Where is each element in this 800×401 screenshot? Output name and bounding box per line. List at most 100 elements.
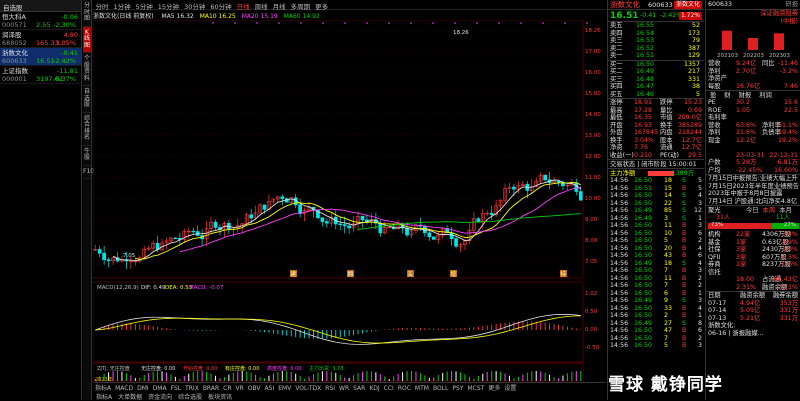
margin-short: 353万 [779,299,798,307]
orderbook-row[interactable]: 买五 16.46 5 [608,91,704,99]
orderbook-row[interactable]: 卖一 16.51 129 [608,52,704,60]
indicator-tab[interactable]: 更多 [486,383,502,392]
indicator-tab[interactable]: ROC [396,385,413,392]
indicator-tab[interactable]: BOLL [431,385,450,392]
candle-body [280,196,285,200]
orderbook-row[interactable]: 卖三 16.53 79 [608,37,704,45]
indicator-tab[interactable]: BRAR [201,385,221,392]
fin-value-2: 15.6 [783,99,798,106]
stat-label-2: 流通 [660,144,673,151]
fin-value: 5.28万 [736,159,757,166]
watchlist-row-2: 688052 165.33 3.05% [2,39,79,47]
tick-side: B [682,342,687,349]
signal-dot [498,22,500,24]
vnav-item[interactable]: 自选股 [83,86,91,113]
news-item[interactable]: 7月15日中报预告:业绩大幅上升 [706,175,800,183]
tick-row: 14:56 16.50 11 B 3 [608,222,704,230]
macd-axis-label: 0.00 [585,327,598,333]
orderbook-row[interactable]: 买一 16.50 1357 [608,61,704,69]
price-axis-label: 11.00 [585,175,601,181]
tick-row: 14:56 16.50 7 B 3 [608,267,704,275]
indicator-tab[interactable]: DMI [135,385,151,392]
indicator-tab[interactable]: CR [221,385,233,392]
stat-value: 16.93 [634,121,653,129]
indicator-tab[interactable]: 指标A [93,383,113,392]
orderbook-row[interactable]: 买二 16.49 217 [608,68,704,76]
fin-row: 户数 5.28万 6.81万 [706,159,800,167]
indicator-tab[interactable]: MCST [465,385,486,392]
indicator-tab[interactable]: OBV [246,385,263,392]
tick-count: 6 [697,327,702,334]
fin-row: 净资产 [706,75,800,83]
tick-count: 3 [697,199,702,207]
tick-volume: 43 [664,252,673,259]
news-item[interactable]: 7月15日2023年半年度业绩预告 [706,183,800,191]
indicator-tab[interactable]: 设置 [502,383,518,392]
chart-stock-name: 浙数文化(日线 前复权) [93,13,154,20]
tick-count: 4 [697,259,702,267]
vnav-item[interactable]: 牛股 [83,146,91,166]
tick-list[interactable]: 14:56 16.50 18 S 5 14:56 16.51 15 B 5 14:56 16.50 14… [608,177,704,350]
indicator-tab[interactable]: VOL-TDX [293,385,323,392]
candle-body [320,217,325,222]
indicator-tab[interactable]: PSY [450,385,465,392]
indicator-tab[interactable]: EMV [276,385,293,392]
tick-side: B [682,274,687,282]
fin-value-2: -3.2% [779,67,798,75]
indicator-tab[interactable]: VR [234,385,246,392]
indicator-tab[interactable]: MTM [413,385,431,392]
fin-value: 23-03-31 [736,151,765,159]
indicator-tab[interactable]: DMA [151,385,169,392]
indicator-tab[interactable]: FSL [169,385,184,392]
tick-row: 14:56 16.50 33 B 4 [608,305,704,313]
vnav-item[interactable]: 分时图 [83,0,91,27]
watchlist-item[interactable]: 浙数文化 -0.41 600633 16.51 -2.42% [0,48,81,66]
indicator-tab[interactable]: MACD [113,385,135,392]
vnav-item[interactable]: F10 [83,166,94,179]
margin-row: 07-17 4.94亿 353万 [706,300,800,308]
vnav-item[interactable]: 个股资料 [83,53,91,86]
tick-count: 1 [697,312,702,319]
vnav-item[interactable]: K线图 [83,26,91,53]
fin-label: 净资产 [708,75,727,82]
tick-price: 16.50 [634,312,653,319]
tick-row: 14:56 16.50 22 S 3 [608,200,704,208]
watchlist-item[interactable]: 上证指数 -11.81 000001 3197.62 -0.37% [0,66,81,84]
indicator-tab[interactable]: TRIX [183,385,201,392]
tick-price: 16.50 [634,334,653,342]
tick-time: 14:56 [610,274,629,282]
orderbook-price: 16.46 [636,90,655,98]
vnav-item[interactable]: 综合排名 [83,113,91,146]
fin-value: 1.05 [736,106,751,114]
watchlist-pct: -2.30% [53,21,76,29]
orderbook-row[interactable]: 买四 16.47 38 [608,83,704,91]
indicator-tab[interactable]: WR [337,385,351,392]
finance-panel: 600633 研报 深证融资融券 (中报) 202103 202203 202303… [705,0,800,400]
quote-tag[interactable]: 浙数文化 [673,1,702,9]
tick-row: 14:56 16.49 27 S 8 [608,320,704,328]
tick-side: B [682,222,687,229]
orderbook-row[interactable]: 卖五 16.55 52 [608,22,704,30]
news-item[interactable]: 2023年中报于8月8日披露 [706,190,800,198]
indicator-tab[interactable]: SAR [351,385,367,392]
orderbook-row[interactable]: 卖四 16.54 173 [608,30,704,38]
tick-count: 5 [697,177,702,184]
candle-body [347,225,351,229]
orderbook-price: 16.52 [636,44,655,52]
indicator-tab[interactable]: KDJ [367,385,381,392]
indicator-tab[interactable]: RSI [323,385,337,392]
indicator-tab[interactable]: CCI [382,385,396,392]
kline-chart[interactable]: 18.26 17.00 16.00 15.00 14.00 13.00 12.00 11.00… [93,20,606,382]
stat-label-2: 跌停 [660,99,673,106]
stat-label: 收益(一) [610,151,634,159]
tick-time: 14:56 [610,297,629,304]
orderbook-row[interactable]: 卖二 16.52 387 [608,45,704,53]
candle-body [543,174,547,181]
quote-stock-code: 600633 [648,1,673,9]
watchlist-item[interactable]: 恒大科A -0.06 000571 2.55 -2.30% [0,12,81,30]
indicator-tab[interactable]: ASI [263,385,277,392]
orderbook-row[interactable]: 买三 16.48 331 [608,76,704,84]
watchlist-item[interactable]: 润泽股 4.90 688052 165.33 3.05% [0,30,81,48]
news-item[interactable]: 7月14日 沪股通:北向净买4.8亿 [706,198,800,206]
stat-value: 167845 [634,129,659,136]
